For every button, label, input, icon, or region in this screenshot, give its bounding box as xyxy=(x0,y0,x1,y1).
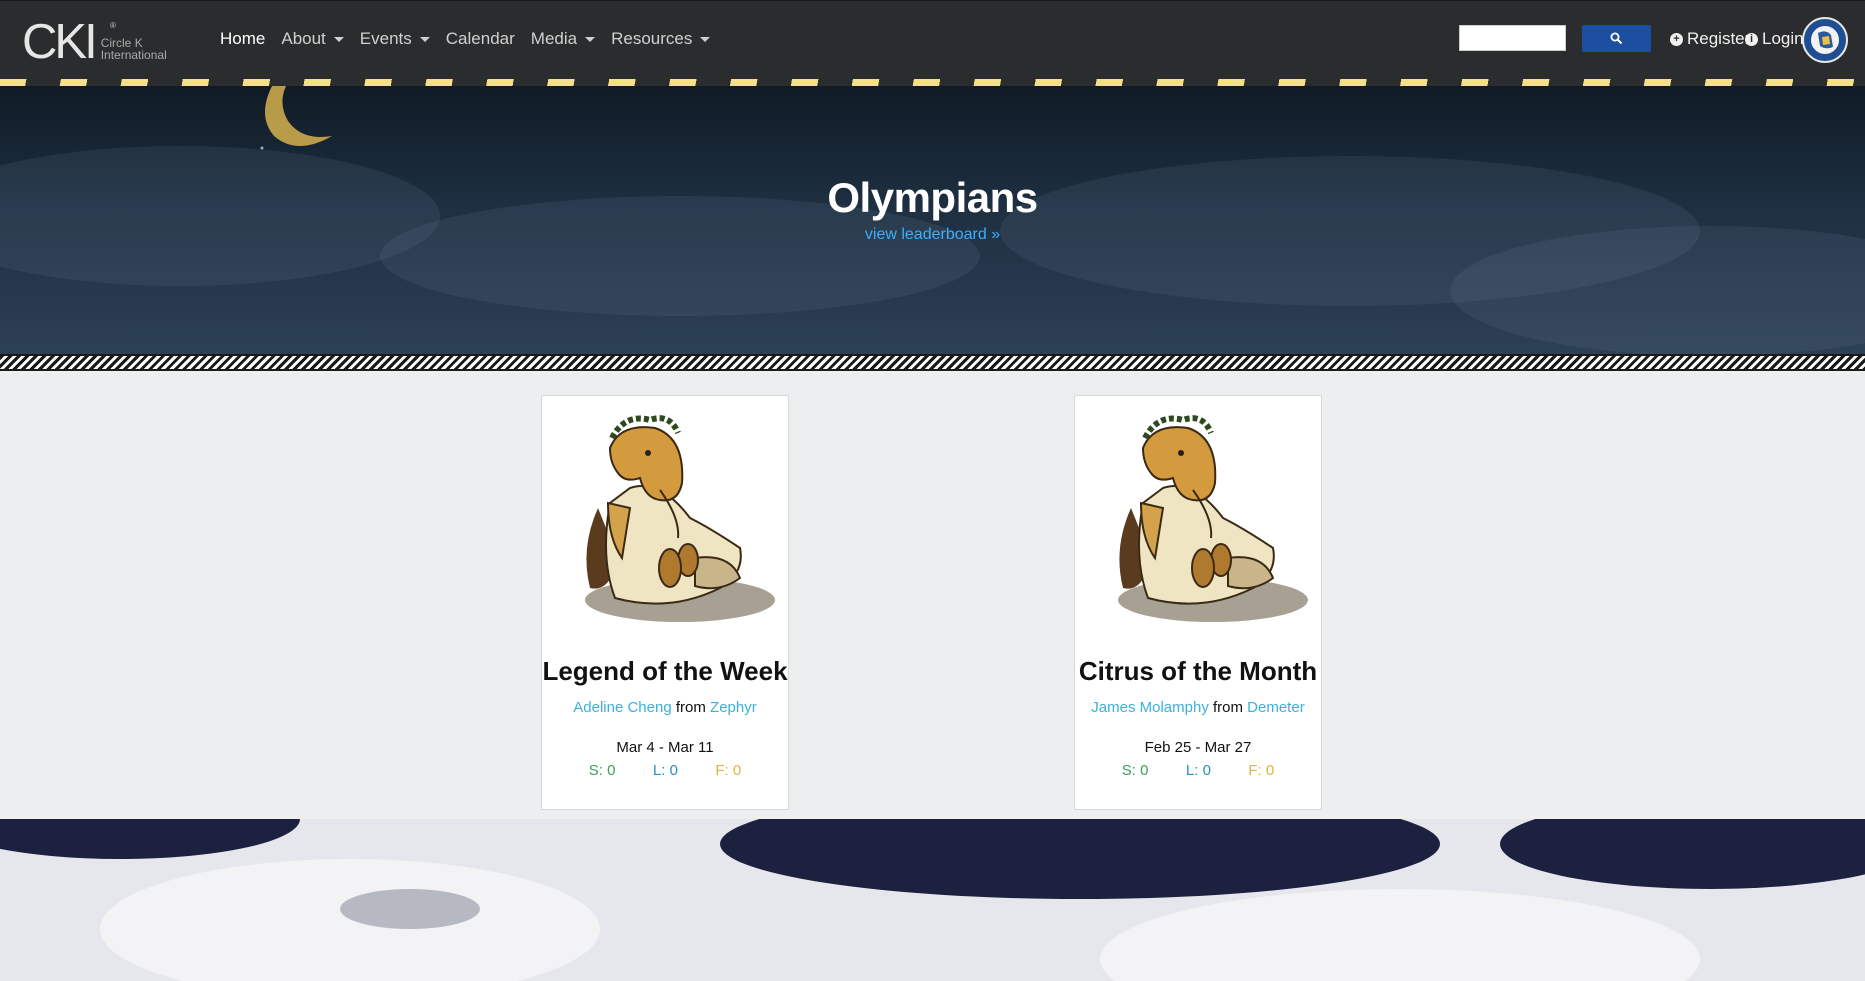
nav-calendar-label: Calendar xyxy=(445,29,515,48)
nav-home[interactable]: Home xyxy=(220,29,265,49)
info-circle-icon: i xyxy=(1745,32,1758,46)
nav-about-label: About xyxy=(281,29,326,48)
award-dates: Feb 25 - Mar 27 xyxy=(1144,739,1252,756)
recipient-group-link[interactable]: Demeter xyxy=(1247,699,1305,716)
navbar: CKI ® Circle K International Home About … xyxy=(0,0,1865,87)
nav-about[interactable]: About xyxy=(281,29,344,49)
hero-banner: Olympians view leaderboard » xyxy=(0,86,1865,354)
rope-divider xyxy=(0,354,1865,371)
cloud-shadow-decoration xyxy=(720,819,1440,899)
stat-f: F: 0 xyxy=(1248,762,1275,779)
cloud-decoration xyxy=(1100,889,1700,981)
logo-mark: CKI xyxy=(22,15,98,69)
from-text: from xyxy=(675,699,706,716)
nav-calendar[interactable]: Calendar xyxy=(446,29,515,49)
award-card: Citrus of the Month James Molamphy from … xyxy=(1074,395,1322,810)
search-input[interactable] xyxy=(1459,25,1566,51)
cloud-shadow-decoration xyxy=(0,819,300,859)
cloud-decoration xyxy=(100,859,600,981)
cloud-shadow-decoration xyxy=(1500,819,1865,889)
award-title: Legend of the Week xyxy=(542,656,788,686)
cki-logo[interactable]: CKI ® Circle K International xyxy=(22,15,167,69)
stat-l: L: 0 xyxy=(652,762,678,779)
award-title: Citrus of the Month xyxy=(1078,656,1318,686)
register-label: Register xyxy=(1687,29,1751,48)
plus-circle-icon: + xyxy=(1670,32,1683,46)
footer-cloud-background xyxy=(0,819,1865,981)
view-leaderboard-link[interactable]: view leaderboard » xyxy=(0,226,1865,244)
award-card: Legend of the Week Adeline Cheng from Ze… xyxy=(541,395,789,810)
award-stats: S: 0 L: 0 F: 0 xyxy=(1075,762,1321,779)
chevron-down-icon xyxy=(333,36,344,42)
main-menu: Home About Events Calendar Media Resourc… xyxy=(220,29,726,49)
page-title: Olympians xyxy=(827,174,1038,221)
register-link[interactable]: + Register xyxy=(1670,29,1750,49)
search-button[interactable] xyxy=(1582,25,1651,52)
stat-l: L: 0 xyxy=(1185,762,1211,779)
mascot-image xyxy=(1118,415,1308,622)
nav-resources[interactable]: Resources xyxy=(611,29,711,49)
nav-events[interactable]: Events xyxy=(360,29,430,49)
nav-media-label: Media xyxy=(530,29,578,48)
nav-resources-label: Resources xyxy=(611,29,693,48)
recipient-name-link[interactable]: Adeline Cheng xyxy=(573,699,671,716)
district-seal-graphic xyxy=(1809,24,1841,56)
from-text: from xyxy=(1213,699,1243,716)
nav-home-label: Home xyxy=(220,29,266,48)
nav-media[interactable]: Media xyxy=(530,29,596,49)
logo-subtitle: Circle K International xyxy=(101,37,167,61)
login-label: Login xyxy=(1762,29,1804,48)
nav-events-label: Events xyxy=(359,29,412,48)
logo-subtitle-line2: International xyxy=(100,48,167,62)
chevron-down-icon xyxy=(700,36,711,42)
search-icon xyxy=(1610,32,1623,45)
recipient-name-link[interactable]: James Molamphy xyxy=(1091,699,1209,716)
stat-s: S: 0 xyxy=(588,762,616,779)
logo-trademark: ® xyxy=(110,21,116,30)
mascot-image xyxy=(585,415,775,622)
award-stats: S: 0 L: 0 F: 0 xyxy=(542,762,788,779)
recipient-group-link[interactable]: Zephyr xyxy=(710,699,757,716)
chevron-down-icon xyxy=(419,36,430,42)
moon-icon xyxy=(260,86,332,150)
stat-s: S: 0 xyxy=(1121,762,1149,779)
chevron-down-icon xyxy=(585,36,596,42)
award-recipient: James Molamphy from Demeter xyxy=(1075,699,1321,716)
award-dates: Mar 4 - Mar 11 xyxy=(616,739,714,756)
award-recipient: Adeline Cheng from Zephyr xyxy=(542,699,788,716)
awards-section: Legend of the Week Adeline Cheng from Ze… xyxy=(0,371,1865,819)
stat-f: F: 0 xyxy=(715,762,742,779)
district-seal-icon[interactable] xyxy=(1802,17,1848,63)
login-link[interactable]: i Login xyxy=(1745,29,1804,49)
